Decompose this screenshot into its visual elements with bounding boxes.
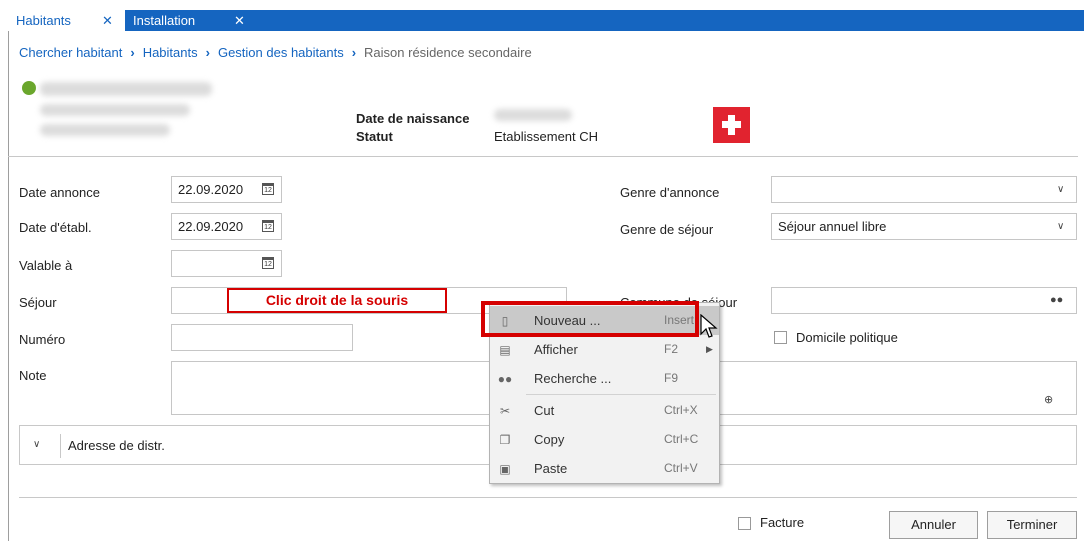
numero-label: Numéro [19,332,66,347]
genre-annonce-select[interactable] [771,176,1077,203]
menu-item-label: Recherche ... [534,371,612,386]
menu-item-cut[interactable]: ✂ Cut Ctrl+X [490,396,719,425]
breadcrumb-link[interactable]: Habitants [143,45,198,60]
section-label: Adresse de distr. [68,438,165,453]
calendar-icon[interactable]: 12 [262,257,274,269]
menu-item-paste[interactable]: ▣ Paste Ctrl+V [490,454,719,483]
menu-item-label: Copy [534,432,565,447]
menu-item-label: Paste [534,461,568,476]
chevron-right-icon: › [130,45,135,60]
annuler-button[interactable]: Annuler [889,511,978,539]
breadcrumb: Chercher habitant › Habitants › Gestion des … [19,45,532,60]
birthdate-label: Date de naissance [356,111,470,126]
genre-annonce-label: Genre d'annonce [620,185,720,200]
menu-item-afficher[interactable]: ▤ Afficher F2 ▶ [490,335,719,364]
menu-item-shortcut: F9 [664,371,679,385]
genre-sejour-value: Séjour annuel libre [778,219,887,234]
redacted-address [40,104,190,116]
divider [60,434,61,458]
domicile-politique-checkbox[interactable] [774,331,787,344]
chevron-down-icon[interactable]: ∨ [1057,221,1064,232]
mouse-cursor-icon [700,314,718,338]
status-dot-icon [22,81,36,95]
highlight-box [481,301,699,337]
binoculars-icon: ●● [497,372,513,386]
scissors-icon: ✂ [499,404,511,418]
tab-bar: Habitants ✕ Installation ✕ [8,10,1084,31]
chevron-right-icon: › [351,45,357,60]
breadcrumb-link[interactable]: Chercher habitant [19,45,122,60]
date-etabl-value: 22.09.2020 [178,219,244,234]
menu-divider [526,394,716,395]
genre-sejour-select[interactable]: Séjour annuel libre [771,213,1077,240]
view-document-icon: ▤ [499,343,511,357]
chevron-right-icon: › [205,45,210,60]
tab-label: Installation [133,13,196,28]
status-value: Etablissement CH [494,129,599,144]
calendar-icon[interactable]: 12 [262,220,274,232]
swiss-flag-icon [713,107,750,143]
facture-label: Facture [760,515,805,530]
date-annonce-value: 22.09.2020 [178,182,244,197]
close-icon[interactable]: ✕ [234,10,245,31]
date-etabl-label: Date d'établ. [19,220,92,235]
menu-item-shortcut: Ctrl+C [664,432,699,446]
breadcrumb-link[interactable]: Gestion des habitants [218,45,344,60]
chevron-down-icon[interactable]: ∨ [33,439,40,450]
date-annonce-label: Date annonce [19,185,100,200]
calendar-icon[interactable]: 12 [262,183,274,195]
menu-item-recherche[interactable]: ●● Recherche ... F9 [490,364,719,393]
divider [8,156,1078,157]
tab-installation[interactable]: Installation ✕ [125,10,255,31]
redacted-address [40,124,170,136]
menu-item-label: Afficher [534,342,578,357]
menu-item-shortcut: Ctrl+X [664,403,698,417]
tab-habitants[interactable]: Habitants ✕ [8,10,125,31]
commune-sejour-field[interactable] [771,287,1077,314]
genre-sejour-label: Genre de séjour [620,222,714,237]
terminer-button[interactable]: Terminer [987,511,1077,539]
sejour-label: Séjour [19,295,57,310]
divider [19,497,1077,498]
redacted-birthdate [494,109,572,121]
redacted-name [40,82,212,96]
menu-item-label: Cut [534,403,555,418]
copy-icon: ❐ [499,433,511,447]
facture-checkbox[interactable] [738,517,751,530]
tab-label: Habitants [16,13,71,28]
note-label: Note [19,368,47,383]
menu-item-shortcut: F2 [664,342,679,356]
domicile-politique-label: Domicile politique [796,330,898,345]
menu-item-shortcut: Ctrl+V [664,461,698,475]
numero-field[interactable] [171,324,353,351]
chevron-down-icon[interactable]: ∨ [1057,184,1064,195]
close-icon[interactable]: ✕ [102,10,113,31]
breadcrumb-current: Raison résidence secondaire [364,45,532,60]
zoom-icon[interactable]: ⊕ [1044,393,1053,406]
status-label: Statut [356,129,393,144]
menu-item-copy[interactable]: ❐ Copy Ctrl+C [490,425,719,454]
paste-icon: ▣ [499,462,511,476]
annotation-label: Clic droit de la souris [227,288,447,313]
binoculars-icon[interactable]: ●● [1050,294,1063,306]
valable-label: Valable à [19,258,73,273]
